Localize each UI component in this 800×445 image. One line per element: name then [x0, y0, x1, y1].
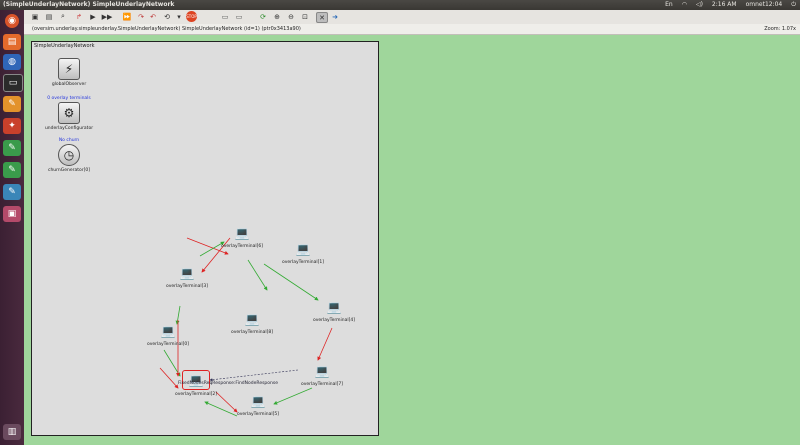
object-path: (oversim.underlay.simpleunderlay.SimpleU…: [32, 26, 301, 32]
run-icon[interactable]: ▶: [88, 12, 98, 21]
stop-icon[interactable]: STOP: [186, 11, 197, 22]
save-icon[interactable]: ▤: [44, 12, 54, 21]
record-icon[interactable]: ↶: [148, 12, 158, 21]
zoom-in-icon[interactable]: ⊕: [272, 12, 282, 21]
open-icon[interactable]: ▣: [30, 12, 40, 21]
layout-icon[interactable]: ▭: [220, 12, 230, 21]
settings-icon[interactable]: ✦: [3, 118, 21, 134]
laptop-icon: 💻: [295, 242, 311, 256]
refresh-icon[interactable]: ⟳: [258, 12, 268, 21]
app-icon-3[interactable]: ✎: [3, 184, 21, 200]
app-icon-1[interactable]: ✎: [3, 140, 21, 156]
express-icon[interactable]: ⏩: [122, 12, 132, 21]
laptop-error-icon: 💻: [244, 312, 260, 326]
laptop-icon: 💻: [182, 370, 210, 390]
step-icon[interactable]: ↱: [74, 12, 84, 21]
path-bar: (oversim.underlay.simpleunderlay.SimpleU…: [24, 24, 800, 35]
app-icon-4[interactable]: ▣: [3, 206, 21, 222]
restart-icon[interactable]: ⟲: [162, 12, 172, 21]
overlay-terminal[interactable]: 💻 overlayTerminal[1]: [263, 240, 343, 265]
trash-icon[interactable]: ▥: [3, 424, 21, 440]
system-tray: En ◠ ◁) 2:16 AM omnet12:04 ⏻: [665, 0, 796, 10]
overlay-terminal[interactable]: 💻 overlayTerminal[4]: [294, 298, 374, 323]
firefox-icon[interactable]: ◍: [3, 54, 21, 70]
link-4-7: [317, 327, 333, 361]
zoom-level: Zoom: 1.07x: [764, 26, 796, 32]
toolbar: ▣ ▤ ⌕ ↱ ▶ ▶▶ ⏩ ↷ ↶ ⟲ ▾ STOP ▭ ▭ ⟳ ⊕ ⊖ ⊡ …: [24, 10, 800, 25]
editor-icon[interactable]: ✎: [3, 96, 21, 112]
clock[interactable]: 2:16 AM: [712, 0, 737, 10]
keyboard-indicator[interactable]: En: [665, 0, 673, 10]
overlay-terminal-disconnected[interactable]: 💻 overlayTerminal[8]: [212, 310, 292, 335]
show-links-icon[interactable]: ✕: [316, 12, 328, 23]
arrow-icon[interactable]: ➜: [330, 12, 340, 21]
app-icon-2[interactable]: ✎: [3, 162, 21, 178]
laptop-icon: 💻: [160, 324, 176, 338]
user-name[interactable]: omnet12:04: [746, 0, 783, 10]
laptop-icon: 💻: [179, 266, 195, 280]
laptop-icon: 💻: [250, 394, 266, 408]
fast-icon[interactable]: ▶▶: [102, 12, 113, 21]
overlay-terminal[interactable]: 💻 overlayTerminal[0]: [128, 322, 208, 347]
power-icon[interactable]: ⏻: [791, 0, 796, 10]
overlay-terminal[interactable]: 💻 overlayTerminal[5]: [218, 392, 298, 417]
until-icon[interactable]: ↷: [136, 12, 146, 21]
launcher: ◉ ▤ ◍ ▭ ✎ ✦ ✎ ✎ ✎ ▣ ▥: [0, 10, 24, 445]
link-1-4b: [263, 263, 319, 301]
zoom-fit-icon[interactable]: ⊡: [300, 12, 310, 21]
wifi-icon[interactable]: ◠: [682, 0, 687, 10]
laptop-icon: 💻: [234, 226, 250, 240]
zoom-out-icon[interactable]: ⊖: [286, 12, 296, 21]
network-module[interactable]: SimpleUnderlayNetwork ⚡ globalObserver 0…: [31, 41, 379, 436]
dropdown-icon[interactable]: ▾: [174, 12, 184, 21]
find-icon[interactable]: ⌕: [58, 12, 68, 21]
terminal-icon[interactable]: ▭: [3, 74, 23, 92]
laptop-icon: 💻: [314, 364, 330, 378]
window-title: (SimpleUnderlayNetwork) SimpleUnderlayNe…: [3, 1, 175, 8]
files-icon[interactable]: ▤: [3, 34, 21, 50]
sound-icon[interactable]: ◁): [696, 0, 703, 10]
overlay-terminal[interactable]: 💻 overlayTerminal[3]: [147, 264, 227, 289]
tree-icon[interactable]: ▭: [234, 12, 244, 21]
message-label: FixedNodesReqResponse:FindNodeResponse: [178, 381, 279, 386]
top-panel: (SimpleUnderlayNetwork) SimpleUnderlayNe…: [0, 0, 800, 10]
dash-home-icon[interactable]: ◉: [5, 14, 19, 28]
overlay-terminal[interactable]: 💻 overlayTerminal[7]: [282, 362, 362, 387]
laptop-icon: 💻: [326, 300, 342, 314]
